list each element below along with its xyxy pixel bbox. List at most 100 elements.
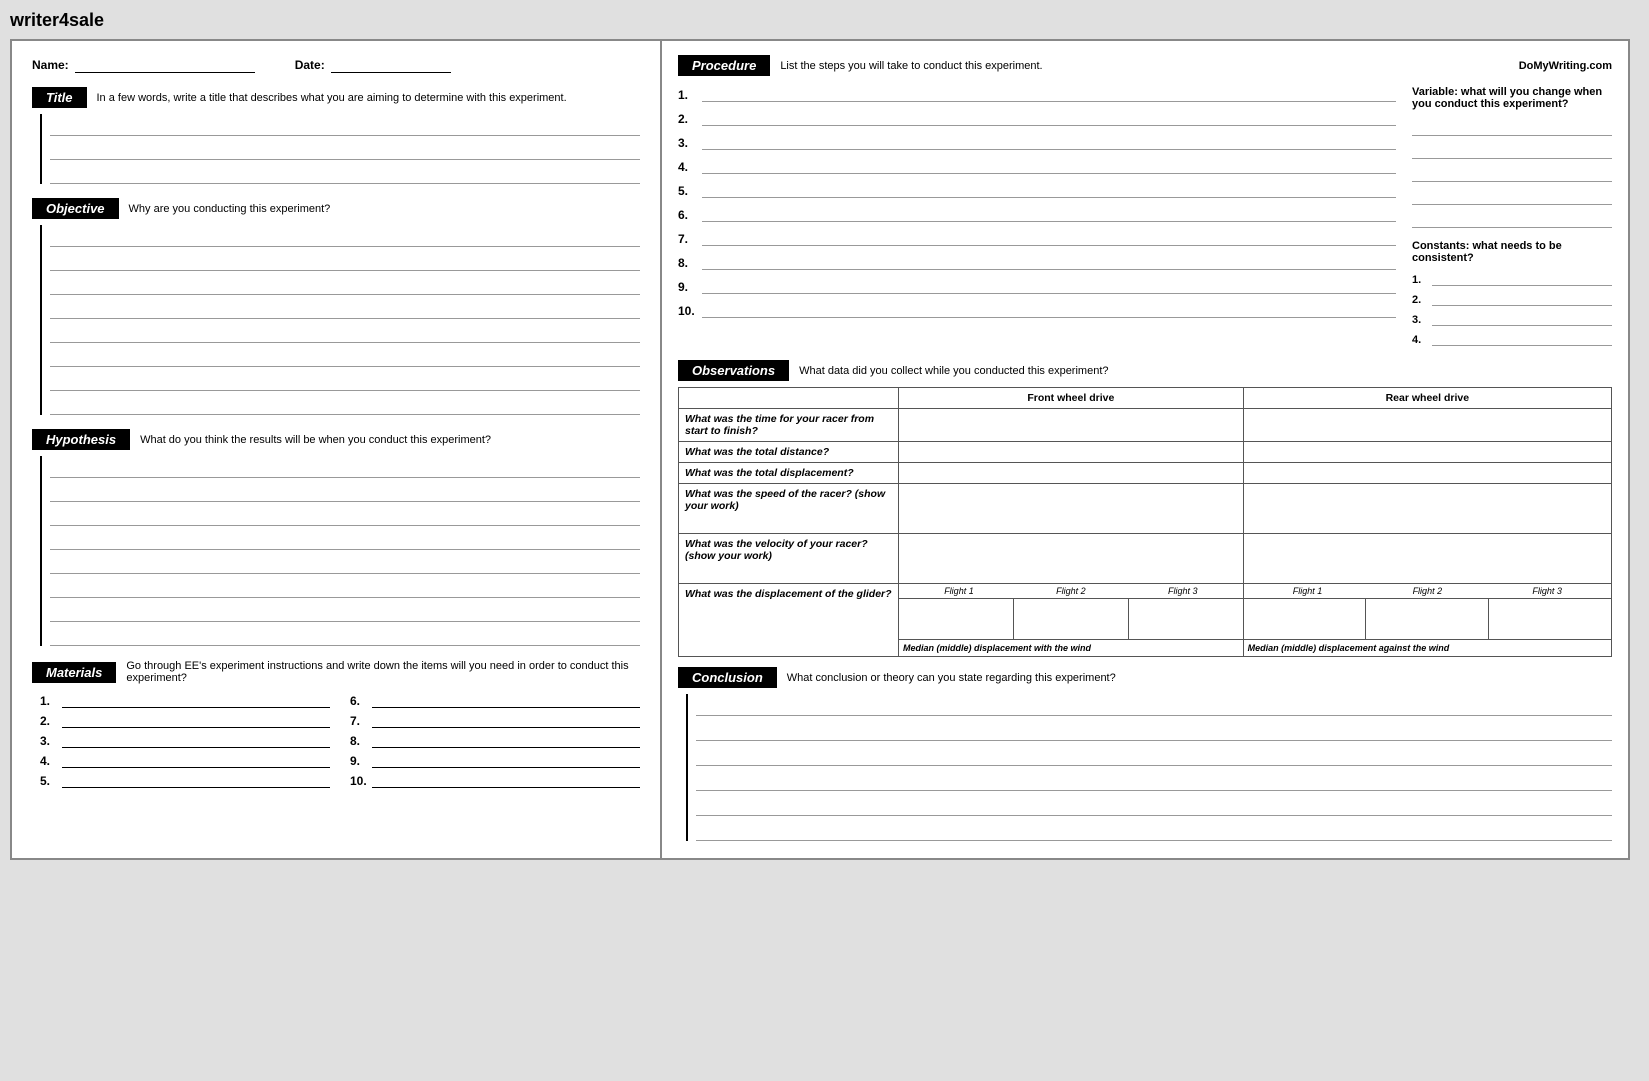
rear-f1-cell[interactable] <box>1244 599 1367 639</box>
conclusion-label: Conclusion <box>678 667 777 688</box>
variable-title: Variable: what will you change when you … <box>1412 86 1612 110</box>
concl-line-2[interactable] <box>696 719 1612 741</box>
obj-line-8[interactable] <box>50 393 640 415</box>
hyp-line-8[interactable] <box>50 624 640 646</box>
materials-hint: Go through EE's experiment instructions … <box>126 660 640 684</box>
mat-line-5[interactable] <box>62 772 330 788</box>
objective-hint: Why are you conducting this experiment? <box>129 203 331 215</box>
name-field: Name: <box>32 57 255 73</box>
front-f1-cell[interactable] <box>899 599 1014 639</box>
date-input[interactable] <box>331 57 451 73</box>
hypothesis-header-row: Hypothesis What do you think the results… <box>32 429 640 450</box>
rear-flight1-label: Flight 1 <box>1293 586 1323 596</box>
mat-item-8: 8. <box>350 732 640 748</box>
step-num-5: 5. <box>678 184 696 198</box>
obj-line-7[interactable] <box>50 369 640 391</box>
step-line-4[interactable] <box>702 158 1396 174</box>
var-line-5[interactable] <box>1412 208 1612 228</box>
step-line-8[interactable] <box>702 254 1396 270</box>
obs-front-distance[interactable] <box>899 442 1244 463</box>
mat-line-7[interactable] <box>372 712 640 728</box>
obs-rear-displacement[interactable] <box>1243 463 1611 484</box>
var-line-1[interactable] <box>1412 116 1612 136</box>
mat-line-9[interactable] <box>372 752 640 768</box>
proc-step-6: 6. <box>678 206 1396 222</box>
title-line-3[interactable] <box>50 162 640 184</box>
const-line-3[interactable] <box>1432 310 1612 326</box>
mat-line-10[interactable] <box>372 772 640 788</box>
step-line-3[interactable] <box>702 134 1396 150</box>
step-line-6[interactable] <box>702 206 1396 222</box>
mat-item-4: 4. <box>40 752 330 768</box>
obs-rear-velocity[interactable] <box>1243 534 1611 584</box>
obs-rear-time[interactable] <box>1243 409 1611 442</box>
step-line-5[interactable] <box>702 182 1396 198</box>
mat-line-1[interactable] <box>62 692 330 708</box>
mat-line-3[interactable] <box>62 732 330 748</box>
conclusion-hint: What conclusion or theory can you state … <box>787 672 1116 684</box>
obs-rear-speed[interactable] <box>1243 484 1611 534</box>
mat-item-10: 10. <box>350 772 640 788</box>
concl-line-3[interactable] <box>696 744 1612 766</box>
const-line-4[interactable] <box>1432 330 1612 346</box>
obj-line-3[interactable] <box>50 273 640 295</box>
front-flight1-label: Flight 1 <box>944 586 974 596</box>
step-num-10: 10. <box>678 304 696 318</box>
obj-line-6[interactable] <box>50 345 640 367</box>
var-line-2[interactable] <box>1412 139 1612 159</box>
const-line-2[interactable] <box>1432 290 1612 306</box>
const-num-4: 4. <box>1412 334 1428 346</box>
var-line-4[interactable] <box>1412 185 1612 205</box>
rear-f3-cell[interactable] <box>1489 599 1611 639</box>
obj-line-4[interactable] <box>50 297 640 319</box>
hyp-line-7[interactable] <box>50 600 640 622</box>
var-line-3[interactable] <box>1412 162 1612 182</box>
rear-f2-cell[interactable] <box>1366 599 1489 639</box>
obs-front-displacement[interactable] <box>899 463 1244 484</box>
obs-q-time: What was the time for your racer from st… <box>679 409 899 442</box>
obj-line-2[interactable] <box>50 249 640 271</box>
constants-title: Constants: what needs to be consistent? <box>1412 240 1612 264</box>
step-num-3: 3. <box>678 136 696 150</box>
mat-line-2[interactable] <box>62 712 330 728</box>
mat-num-6: 6. <box>350 694 368 708</box>
hyp-line-6[interactable] <box>50 576 640 598</box>
step-line-1[interactable] <box>702 86 1396 102</box>
obs-rear-distance[interactable] <box>1243 442 1611 463</box>
obj-line-5[interactable] <box>50 321 640 343</box>
obs-front-velocity[interactable] <box>899 534 1244 584</box>
hyp-line-1[interactable] <box>50 456 640 478</box>
hyp-line-3[interactable] <box>50 504 640 526</box>
hyp-line-5[interactable] <box>50 552 640 574</box>
main-container: Name: Date: Title In a few words, write … <box>10 39 1630 860</box>
concl-line-6[interactable] <box>696 819 1612 841</box>
mat-line-6[interactable] <box>372 692 640 708</box>
title-line-2[interactable] <box>50 138 640 160</box>
obs-front-speed[interactable] <box>899 484 1244 534</box>
obs-row-displacement: What was the total displacement? <box>679 463 1612 484</box>
mat-line-4[interactable] <box>62 752 330 768</box>
step-line-9[interactable] <box>702 278 1396 294</box>
mat-num-2: 2. <box>40 714 58 728</box>
front-f2-cell[interactable] <box>1014 599 1129 639</box>
obj-line-1[interactable] <box>50 225 640 247</box>
title-line-1[interactable] <box>50 114 640 136</box>
concl-line-5[interactable] <box>696 794 1612 816</box>
obs-front-time[interactable] <box>899 409 1244 442</box>
front-f3-cell[interactable] <box>1129 599 1243 639</box>
step-line-2[interactable] <box>702 110 1396 126</box>
hyp-line-4[interactable] <box>50 528 640 550</box>
mat-num-7: 7. <box>350 714 368 728</box>
variable-constants-box: Variable: what will you change when you … <box>1412 86 1612 350</box>
hyp-line-2[interactable] <box>50 480 640 502</box>
proc-step-7: 7. <box>678 230 1396 246</box>
mat-line-8[interactable] <box>372 732 640 748</box>
concl-line-4[interactable] <box>696 769 1612 791</box>
const-line-1[interactable] <box>1432 270 1612 286</box>
name-input[interactable] <box>75 57 255 73</box>
step-line-10[interactable] <box>702 302 1396 318</box>
step-line-7[interactable] <box>702 230 1396 246</box>
mat-item-5: 5. <box>40 772 330 788</box>
concl-line-1[interactable] <box>696 694 1612 716</box>
mat-item-1: 1. <box>40 692 330 708</box>
